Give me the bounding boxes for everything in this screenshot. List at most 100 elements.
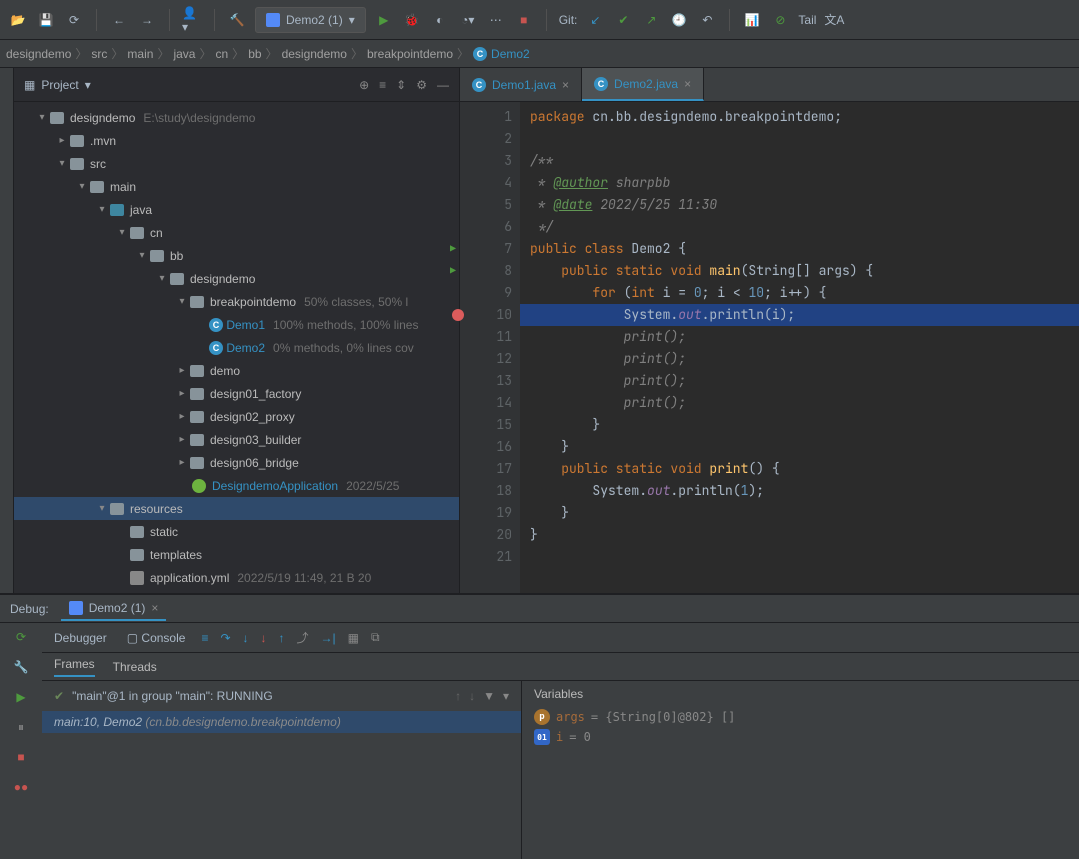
more-icon[interactable]: ▾: [503, 689, 509, 703]
attach-icon[interactable]: ⋯: [486, 10, 506, 30]
resume-icon[interactable]: ▶: [11, 687, 31, 707]
rerun-icon[interactable]: ⟳: [11, 627, 31, 647]
folder-icon: [110, 204, 124, 216]
folder-icon: [50, 112, 64, 124]
run-config-select[interactable]: Demo2 (1) ▾: [255, 7, 366, 33]
threads-icon[interactable]: ≡: [201, 631, 208, 645]
variable-row[interactable]: p args = {String[0]@802} []: [534, 707, 1067, 727]
console-tab[interactable]: Console: [141, 631, 185, 645]
frames-tab[interactable]: Frames: [54, 657, 95, 677]
close-icon[interactable]: ×: [562, 78, 569, 92]
project-title[interactable]: Project: [41, 78, 78, 92]
gutter[interactable]: 123 456 789 101112 131415 161718 192021: [460, 102, 520, 593]
translate-icon[interactable]: 文A: [824, 10, 844, 30]
debug-session-tab[interactable]: Demo2 (1) ×: [61, 597, 167, 621]
no-icon[interactable]: ⊘: [770, 10, 790, 30]
git-push-icon[interactable]: ↗: [641, 10, 661, 30]
filter-icon[interactable]: ▼: [483, 689, 495, 703]
git-label: Git:: [559, 13, 578, 27]
frames-column: ✔ "main"@1 in group "main": RUNNING ↑ ↓ …: [42, 681, 522, 859]
crumb[interactable]: main: [127, 47, 153, 61]
modify-icon[interactable]: 🔧: [11, 657, 31, 677]
folder-icon: [70, 158, 84, 170]
prev-frame-icon[interactable]: ↑: [455, 689, 461, 703]
breakpoints-icon[interactable]: ●●: [11, 777, 31, 797]
collapse-icon[interactable]: ⇕: [396, 78, 406, 92]
evaluate-icon[interactable]: ▦: [348, 631, 359, 645]
run-cursor-icon[interactable]: →|: [321, 631, 336, 645]
variables-header: Variables: [534, 681, 1067, 707]
app-icon: [266, 13, 280, 27]
git-revert-icon[interactable]: ↶: [697, 10, 717, 30]
project-tree[interactable]: ▾designdemoE:\study\designdemo ▸.mvn ▾sr…: [14, 102, 459, 593]
run-icon[interactable]: ▶: [374, 10, 394, 30]
target-icon[interactable]: ⊕: [359, 78, 369, 92]
next-frame-icon[interactable]: ↓: [469, 689, 475, 703]
user-icon[interactable]: 👤▾: [182, 10, 202, 30]
crumb[interactable]: java: [173, 47, 195, 61]
git-commit-icon[interactable]: ✔: [613, 10, 633, 30]
folder-icon: [130, 227, 144, 239]
folder-icon: [110, 503, 124, 515]
editor-tab[interactable]: C Demo2.java ×: [582, 68, 704, 101]
int-icon: 01: [534, 729, 550, 745]
console-icon: ▢: [127, 631, 138, 645]
crumb[interactable]: designdemo: [282, 47, 347, 61]
close-icon[interactable]: ×: [684, 77, 691, 91]
crumb[interactable]: cn: [215, 47, 228, 61]
project-pane: ▦ Project ▾ ⊕ ≡ ⇕ ⚙ — ▾designdemoE:\stud…: [14, 68, 460, 593]
crumb[interactable]: designdemo: [6, 47, 71, 61]
thread-line[interactable]: "main"@1 in group "main": RUNNING: [72, 689, 273, 703]
chart-icon[interactable]: 📊: [742, 10, 762, 30]
variable-row[interactable]: 01 i = 0: [534, 727, 1067, 747]
folder-icon: [190, 296, 204, 308]
breadcrumb: designdemo〉 src〉 main〉 java〉 cn〉 bb〉 des…: [0, 40, 1079, 68]
expand-icon[interactable]: ≡: [379, 78, 386, 92]
main-toolbar: 📂 💾 ⟳ ← → 👤▾ 🔨 Demo2 (1) ▾ ▶ 🐞 ◐ ◔▾ ⋯ ■ …: [0, 0, 1079, 40]
step-over-icon[interactable]: ↷: [220, 631, 230, 645]
editor-tabs: C Demo1.java × C Demo2.java ×: [460, 68, 1079, 102]
hide-icon[interactable]: —: [437, 78, 449, 92]
open-icon[interactable]: 📂: [8, 10, 28, 30]
force-step-icon[interactable]: ↓: [261, 631, 267, 645]
class-icon: C: [473, 47, 487, 61]
coverage-icon[interactable]: ◐: [430, 10, 450, 30]
folder-icon: [190, 388, 204, 400]
hammer-icon[interactable]: 🔨: [227, 10, 247, 30]
run-config-label: Demo2 (1): [286, 13, 343, 27]
step-into-icon[interactable]: ↓: [243, 631, 249, 645]
param-icon: p: [534, 709, 550, 725]
drop-frame-icon[interactable]: ⤴: [297, 629, 309, 646]
close-icon[interactable]: ×: [151, 601, 158, 615]
folder-icon: [150, 250, 164, 262]
step-out-icon[interactable]: ↑: [279, 631, 285, 645]
gear-icon[interactable]: ⚙: [416, 78, 427, 92]
tail-label[interactable]: Tail: [798, 13, 816, 27]
stop-icon[interactable]: ■: [514, 10, 534, 30]
crumb[interactable]: bb: [248, 47, 261, 61]
chevron-down-icon: ▾: [349, 13, 355, 27]
pause-icon[interactable]: ⏸: [11, 717, 31, 737]
refresh-icon[interactable]: ⟳: [64, 10, 84, 30]
crumb[interactable]: Demo2: [491, 47, 530, 61]
code-area[interactable]: package cn.bb.designdemo.breakpointdemo;…: [520, 102, 1079, 593]
profile-icon[interactable]: ◔▾: [458, 10, 478, 30]
trace-icon[interactable]: ⧉: [371, 630, 380, 645]
forward-icon[interactable]: →: [137, 10, 157, 30]
git-history-icon[interactable]: 🕘: [669, 10, 689, 30]
crumb[interactable]: src: [91, 47, 107, 61]
back-icon[interactable]: ←: [109, 10, 129, 30]
chevron-down-icon[interactable]: ▾: [85, 78, 91, 92]
git-pull-icon[interactable]: ↙: [585, 10, 605, 30]
class-icon: C: [472, 78, 486, 92]
check-icon: ✔: [54, 689, 64, 703]
threads-tab[interactable]: Threads: [113, 660, 157, 674]
editor-tab[interactable]: C Demo1.java ×: [460, 68, 582, 101]
save-icon[interactable]: 💾: [36, 10, 56, 30]
debug-icon[interactable]: 🐞: [402, 10, 422, 30]
debugger-tab[interactable]: Debugger: [54, 631, 107, 645]
stack-frame[interactable]: main:10, Demo2 (cn.bb.designdemo.breakpo…: [42, 711, 521, 733]
crumb[interactable]: breakpointdemo: [367, 47, 453, 61]
stop-icon[interactable]: ■: [11, 747, 31, 767]
left-tool-strip[interactable]: [0, 68, 14, 593]
